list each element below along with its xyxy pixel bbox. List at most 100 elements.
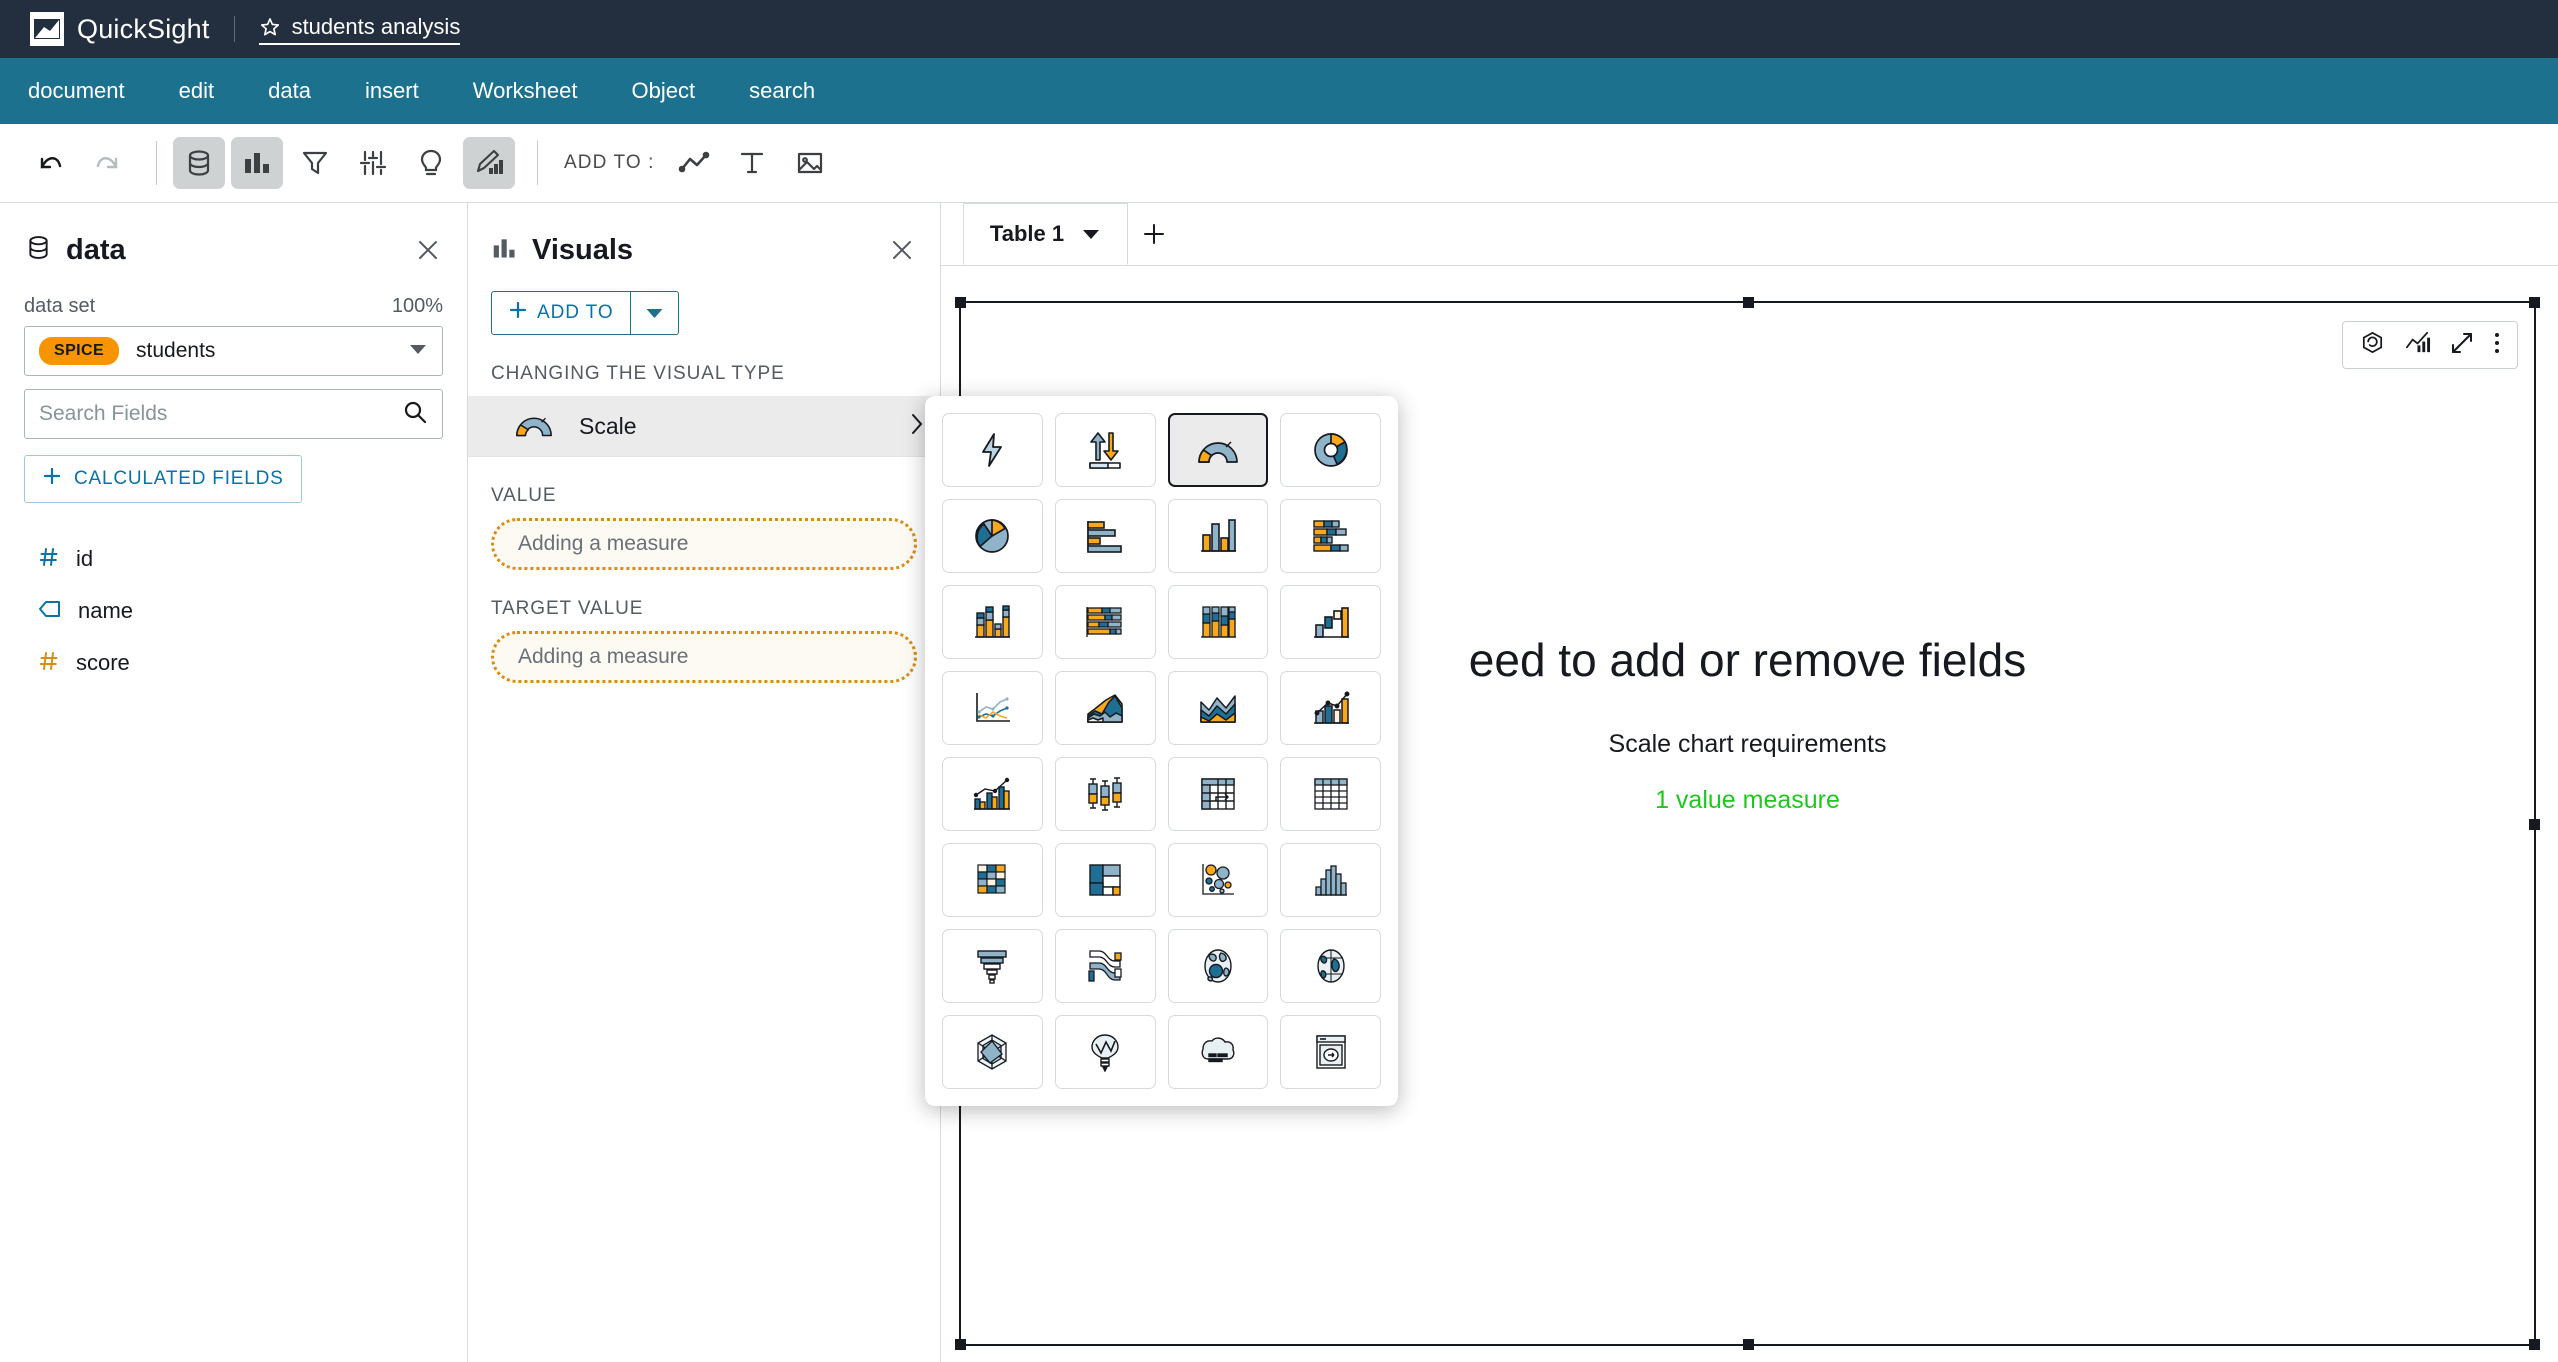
image-icon[interactable] xyxy=(784,137,836,189)
sheet-tab-table-1[interactable]: Table 1 xyxy=(963,203,1128,265)
visual-type-area-line[interactable] xyxy=(1054,671,1156,745)
value-drop-target[interactable]: Adding a measure xyxy=(491,518,917,570)
dataset-select[interactable]: SPICE students xyxy=(24,326,443,376)
bar-chart-icon xyxy=(491,235,519,266)
field-item-id[interactable]: id xyxy=(24,533,443,585)
search-input[interactable] xyxy=(39,402,402,426)
add-to-button-group[interactable]: ADD TO xyxy=(491,291,679,335)
edit-chart-icon[interactable] xyxy=(463,137,515,189)
menu-item-object[interactable]: Object xyxy=(631,78,695,104)
star-outline-icon[interactable] xyxy=(259,16,281,38)
caret-down-icon[interactable] xyxy=(408,342,428,361)
visual-type-scatter-plot[interactable] xyxy=(1167,843,1269,917)
visual-type-donut[interactable] xyxy=(1280,413,1381,487)
visual-type-custom-visual[interactable] xyxy=(1280,1015,1381,1089)
menu-item-insert[interactable]: insert xyxy=(365,78,419,104)
calculated-fields-button[interactable]: CALCULATED FIELDS xyxy=(24,455,302,503)
add-to-dropdown-caret-down-icon[interactable] xyxy=(629,292,678,334)
visual-type-box-plot[interactable] xyxy=(1054,757,1156,831)
visual-type-kpi[interactable] xyxy=(1054,413,1156,487)
visual-type-waterfall[interactable] xyxy=(1280,585,1381,659)
add-to-button[interactable]: ADD TO xyxy=(492,292,630,334)
dataset-name: students xyxy=(136,339,216,362)
visual-type-heat-map[interactable] xyxy=(942,843,1043,917)
menu-item-data[interactable]: data xyxy=(268,78,311,104)
resize-handle[interactable] xyxy=(2529,1339,2540,1350)
visual-type-horizontal-bar[interactable] xyxy=(1054,499,1156,573)
visual-type-gauge[interactable] xyxy=(1167,413,1269,487)
resize-handle[interactable] xyxy=(2529,297,2540,308)
visual-type-filled-map[interactable] xyxy=(1167,929,1269,1003)
undo-icon[interactable] xyxy=(24,137,76,189)
kebab-menu-icon[interactable] xyxy=(2493,330,2501,361)
close-icon[interactable] xyxy=(887,235,917,265)
visual-type-picker-popup[interactable] xyxy=(925,396,1398,1106)
resize-handle[interactable] xyxy=(1742,1339,1754,1350)
resize-handle[interactable] xyxy=(2529,818,2540,830)
lightbulb-icon[interactable] xyxy=(405,137,457,189)
visual-type-pivot-table[interactable] xyxy=(1167,757,1269,831)
visual-type-tree-map[interactable] xyxy=(1054,843,1156,917)
menu-item-document[interactable]: document xyxy=(28,78,125,104)
search-fields-box[interactable] xyxy=(24,389,443,439)
expand-icon[interactable] xyxy=(2449,330,2475,361)
visual-type-combo[interactable] xyxy=(1280,671,1381,745)
toolbar-data-button[interactable] xyxy=(173,137,225,189)
resize-handle[interactable] xyxy=(1742,297,1754,308)
visual-type-h-stacked-bar[interactable] xyxy=(1280,499,1381,573)
menu-item-edit[interactable]: edit xyxy=(179,78,214,104)
caret-down-icon[interactable] xyxy=(1081,221,1101,247)
visual-type-pie[interactable] xyxy=(942,499,1043,573)
visual-type-vertical-bar[interactable] xyxy=(1167,499,1269,573)
visual-type-histogram[interactable] xyxy=(1280,843,1381,917)
redo-icon[interactable] xyxy=(82,137,134,189)
visual-type-table[interactable] xyxy=(1280,757,1381,831)
resize-handle[interactable] xyxy=(955,1339,966,1350)
visual-type-line[interactable] xyxy=(942,671,1043,745)
target-value-drop-target[interactable]: Adding a measure xyxy=(491,631,917,683)
resize-handle[interactable] xyxy=(955,297,966,308)
visual-type-autograph[interactable] xyxy=(942,413,1043,487)
divider xyxy=(537,141,538,185)
visual-type-v-stacked-100[interactable] xyxy=(1167,585,1269,659)
visual-type-v-stacked-bar[interactable] xyxy=(942,585,1043,659)
hash-icon xyxy=(38,650,60,677)
toolbar: ADD TO : xyxy=(0,124,2558,203)
field-item-name[interactable]: name xyxy=(24,585,443,637)
visual-type-sankey[interactable] xyxy=(1054,929,1156,1003)
visual-type-insight[interactable] xyxy=(1167,1015,1269,1089)
line-chart-icon[interactable] xyxy=(668,137,720,189)
document-title-wrap[interactable]: students analysis xyxy=(258,14,461,45)
brand-name: QuickSight xyxy=(77,13,210,44)
top-bar: QuickSight students analysis xyxy=(0,0,2558,58)
search-icon[interactable] xyxy=(402,399,428,430)
dataset-label: data set xyxy=(24,295,96,317)
field-item-score[interactable]: score xyxy=(24,637,443,689)
quicksight-logo-icon[interactable] xyxy=(30,12,64,46)
tag-icon xyxy=(38,599,62,624)
add-sheet-button[interactable] xyxy=(1128,203,1180,265)
dataset-row: data set 100% xyxy=(24,295,443,318)
section-caption: CHANGING THE VISUAL TYPE xyxy=(491,363,785,384)
chart-icon[interactable] xyxy=(2404,329,2431,361)
visual-type-stacked-area[interactable] xyxy=(1167,671,1269,745)
filter-icon[interactable] xyxy=(289,137,341,189)
visual-type-radar[interactable] xyxy=(942,1015,1043,1089)
refresh-icon[interactable] xyxy=(2359,329,2386,361)
chevron-right-icon[interactable] xyxy=(908,411,926,442)
document-title[interactable]: students analysis xyxy=(292,14,461,40)
menu-item-search[interactable]: search xyxy=(749,78,815,104)
visual-type-h-stacked-100[interactable] xyxy=(1054,585,1156,659)
close-icon[interactable] xyxy=(413,235,443,265)
sliders-icon[interactable] xyxy=(347,137,399,189)
visual-type-funnel[interactable] xyxy=(942,929,1043,1003)
visual-type-clustered-combo[interactable] xyxy=(942,757,1043,831)
text-icon[interactable] xyxy=(726,137,778,189)
toolbar-visuals-button[interactable] xyxy=(231,137,283,189)
visual-type-word-cloud[interactable] xyxy=(1054,1015,1156,1089)
menu-item-worksheet[interactable]: Worksheet xyxy=(473,78,578,104)
visual-type-points-on-map[interactable] xyxy=(1280,929,1381,1003)
visual-type-selector[interactable]: Scale xyxy=(468,396,940,456)
visual-type-name: Scale xyxy=(579,412,637,439)
menu-bar: document edit data insert Worksheet Obje… xyxy=(0,58,2558,124)
